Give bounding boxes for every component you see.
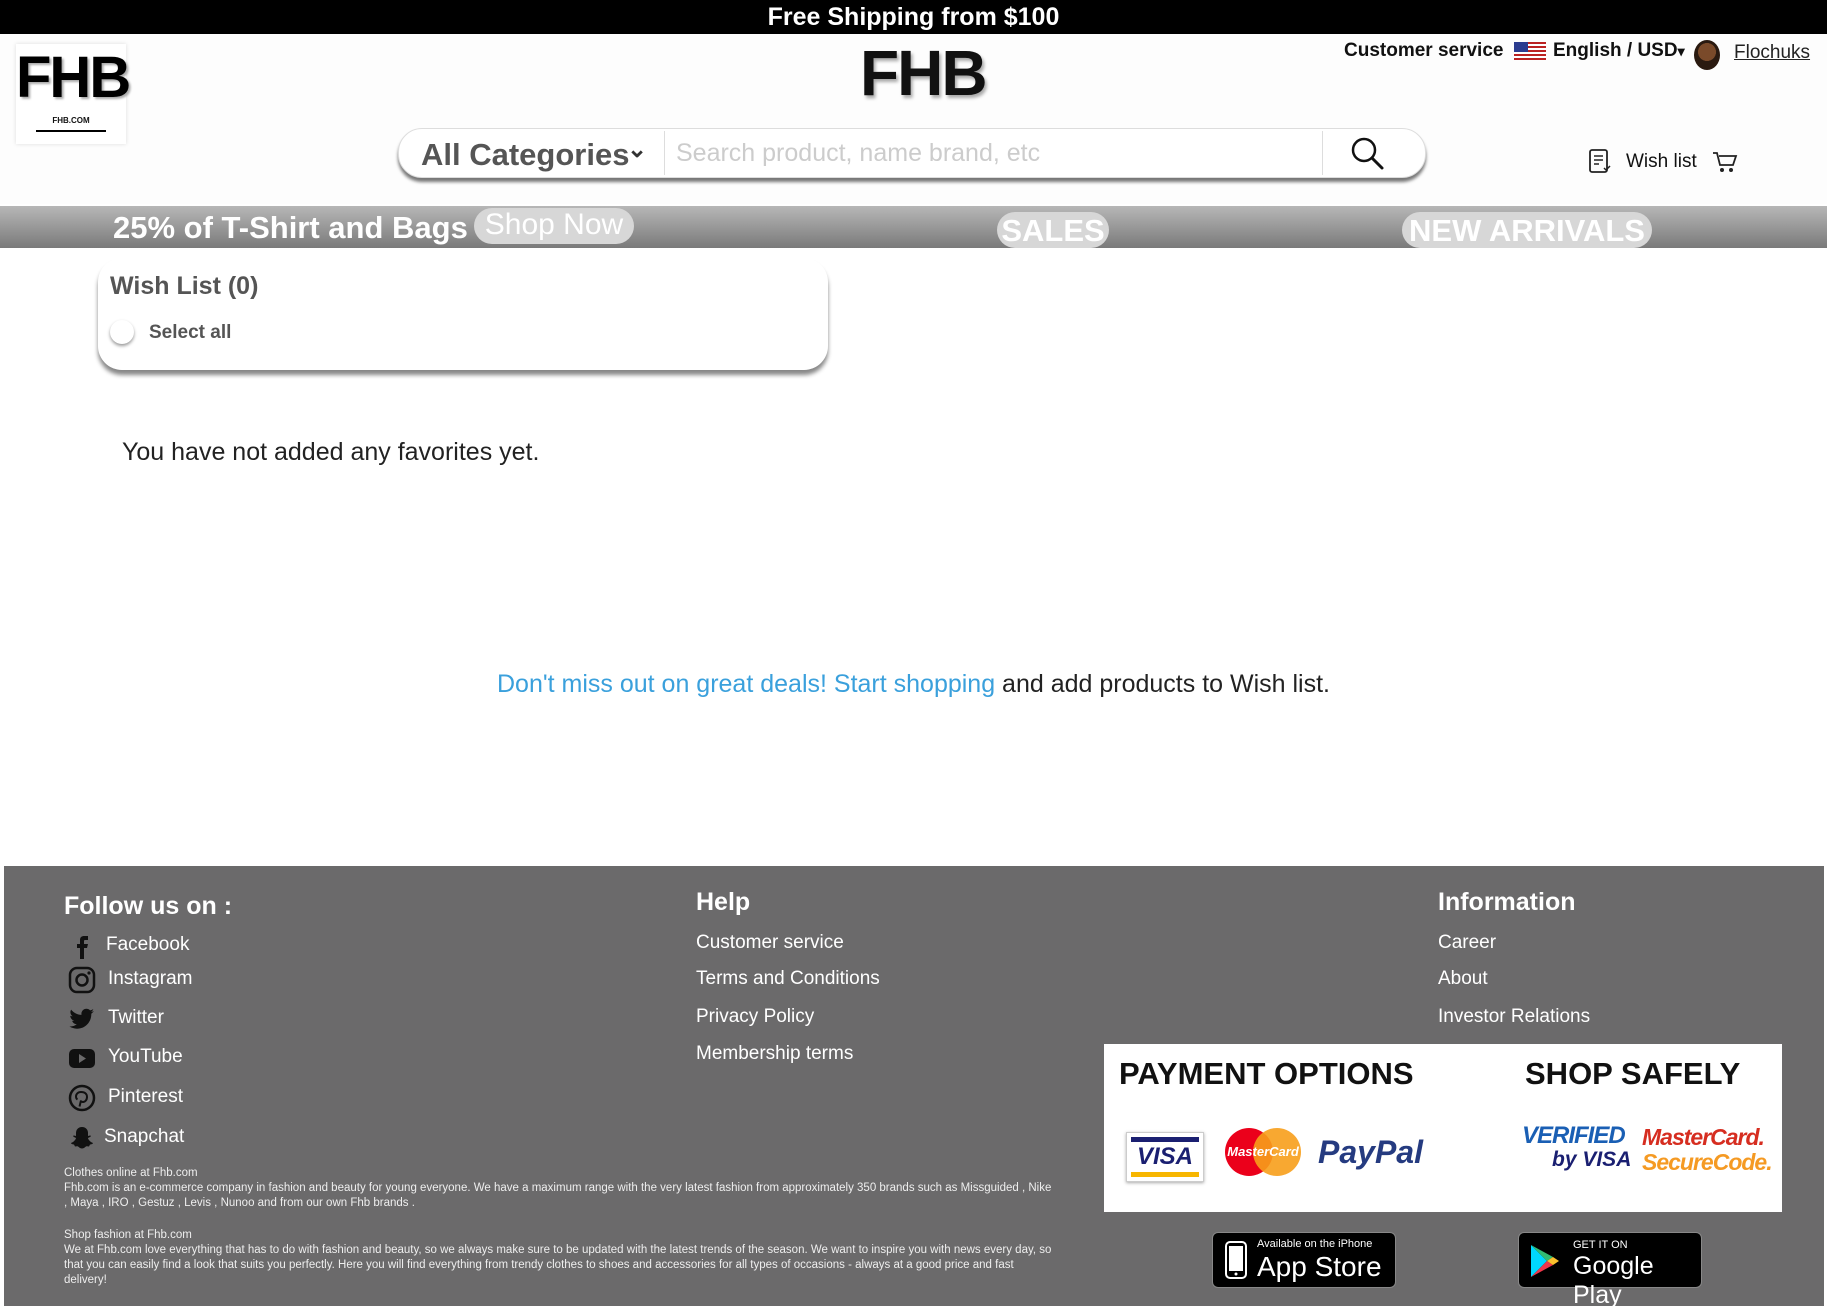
shop-title: Shop fashion at Fhb.com: [64, 1229, 192, 1241]
help-title: Help: [696, 888, 751, 916]
shop-now-button[interactable]: Shop Now: [474, 208, 634, 244]
help-link-membership[interactable]: Membership terms: [696, 1043, 853, 1065]
logo-text: FHB: [16, 45, 131, 110]
free-shipping-banner: Free Shipping from $100: [0, 0, 1827, 34]
help-link-privacy[interactable]: Privacy Policy: [696, 1006, 814, 1028]
wish-list-link[interactable]: Wish list: [1626, 151, 1697, 173]
start-shopping-link[interactable]: Don't miss out on great deals! Start sho…: [497, 670, 995, 698]
info-link-investor[interactable]: Investor Relations: [1438, 1006, 1590, 1028]
paypal-logo: PayPal: [1318, 1134, 1423, 1171]
app-store-big: App Store: [1257, 1251, 1382, 1282]
site-logo[interactable]: FHB FHB.COM: [16, 44, 131, 144]
help-link-terms[interactable]: Terms and Conditions: [696, 968, 880, 990]
social-label: Pinterest: [108, 1086, 183, 1107]
shop-text: We at Fhb.com love everything that has t…: [64, 1244, 1052, 1286]
cta-rest-text: and add products to Wish list.: [995, 670, 1330, 698]
securecode-text-2: SecureCode.: [1642, 1149, 1773, 1175]
pinterest-icon: [68, 1084, 96, 1112]
social-label: Facebook: [106, 934, 190, 955]
iphone-icon: [1225, 1241, 1247, 1279]
payment-options-title: PAYMENT OPTIONS: [1119, 1056, 1414, 1091]
search-input[interactable]: [674, 135, 1238, 171]
mastercard-securecode-logo: MasterCard. SecureCode.: [1642, 1124, 1778, 1184]
search-bar: All Categories ⌄: [398, 128, 1426, 178]
logo-underline: [36, 130, 106, 132]
select-all-radio[interactable]: [110, 320, 134, 344]
app-store-button[interactable]: Available on the iPhone App Store: [1212, 1232, 1396, 1288]
footer: Follow us on : Facebook Instagram Twitte…: [4, 866, 1824, 1309]
social-label: YouTube: [108, 1046, 183, 1067]
username-link[interactable]: Flochuks: [1734, 42, 1810, 64]
payment-safety-box: PAYMENT OPTIONS SHOP SAFELY VISA MasterC…: [1104, 1044, 1782, 1212]
by-visa-text: by VISA: [1552, 1148, 1632, 1171]
info-link-career[interactable]: Career: [1438, 932, 1496, 954]
wishlist-icon[interactable]: [1588, 148, 1612, 176]
select-all-label[interactable]: Select all: [149, 322, 231, 344]
follow-us-title: Follow us on :: [64, 892, 233, 920]
info-link-about[interactable]: About: [1438, 968, 1488, 990]
wishlist-card: Wish List (0) Select all: [98, 258, 828, 370]
center-logo[interactable]: FHB: [860, 36, 988, 110]
chevron-down-icon: ▾: [1677, 43, 1685, 59]
about-text: Fhb.com is an e-commerce company in fash…: [64, 1182, 1052, 1209]
google-play-big: Google Play: [1573, 1252, 1654, 1309]
about-title: Clothes online at Fhb.com: [64, 1167, 198, 1179]
app-store-small: Available on the iPhone: [1257, 1238, 1373, 1250]
search-divider: [664, 131, 665, 175]
visa-text: VISA: [1136, 1143, 1193, 1170]
facebook-icon: [77, 936, 88, 959]
promo-bar: 25% of T-Shirt and Bags Shop Now SALES N…: [0, 206, 1827, 248]
paypal-text: PayPal: [1318, 1134, 1423, 1170]
snapchat-icon: [71, 1127, 93, 1149]
cart-icon[interactable]: [1712, 150, 1738, 174]
search-icon[interactable]: [1349, 135, 1385, 171]
start-shopping-cta: Don't miss out on great deals! Start sho…: [0, 670, 1827, 699]
visa-logo: VISA: [1126, 1132, 1204, 1182]
verified-by-visa-logo: VERIFIED by VISA: [1522, 1122, 1632, 1182]
social-label: Snapchat: [104, 1126, 185, 1147]
google-play-small: GET IT ON: [1573, 1239, 1628, 1251]
social-label: Twitter: [108, 1007, 164, 1028]
logo-subtext: FHB.COM: [52, 116, 90, 125]
avatar[interactable]: [1694, 40, 1720, 70]
promo-text: 25% of T-Shirt and Bags: [113, 210, 468, 245]
language-label: English / USD: [1553, 40, 1678, 61]
new-arrivals-button[interactable]: NEW ARRIVALS: [1402, 212, 1652, 248]
mastercard-logo: MasterCard: [1225, 1128, 1301, 1178]
google-play-button[interactable]: GET IT ON Google Play: [1518, 1232, 1702, 1309]
category-dropdown[interactable]: All Categories: [421, 137, 629, 173]
us-flag-icon: [1514, 42, 1546, 60]
empty-wishlist-message: You have not added any favorites yet.: [122, 438, 540, 466]
wishlist-title: Wish List (0): [110, 272, 259, 300]
securecode-text-1: MasterCard.: [1642, 1124, 1765, 1150]
search-divider: [1322, 131, 1323, 175]
google-play-icon: [1531, 1245, 1559, 1277]
social-label: Instagram: [108, 968, 193, 989]
sales-button[interactable]: SALES: [997, 212, 1109, 248]
help-link-customer-service[interactable]: Customer service: [696, 932, 844, 954]
instagram-icon: [68, 966, 96, 994]
information-title: Information: [1438, 888, 1576, 916]
mastercard-text: MasterCard: [1227, 1144, 1299, 1159]
customer-service-link[interactable]: Customer service: [1344, 40, 1503, 62]
verified-text: VERIFIED: [1522, 1122, 1626, 1149]
twitter-icon: [69, 1008, 94, 1029]
youtube-icon: [69, 1049, 95, 1068]
shop-safely-title: SHOP SAFELY: [1525, 1056, 1741, 1091]
language-currency-select[interactable]: English / USD▾: [1553, 40, 1685, 62]
chevron-down-icon[interactable]: ⌄: [627, 135, 647, 164]
